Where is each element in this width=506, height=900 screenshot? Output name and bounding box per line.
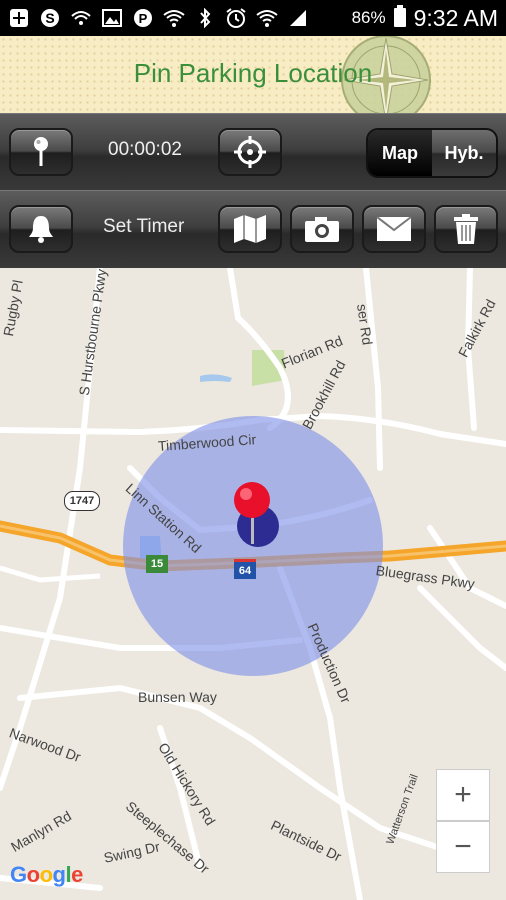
email-button[interactable] [362, 205, 426, 253]
hybrid-view-button[interactable]: Hyb. [432, 130, 496, 176]
plus-box-icon [8, 7, 30, 29]
crosshair-icon [234, 136, 266, 168]
map-label: Bunsen Way [138, 689, 217, 705]
pin-location-button[interactable] [9, 128, 73, 176]
route-1747-shield: 1747 [64, 491, 100, 511]
svg-text:P: P [139, 11, 148, 26]
cell-signal-icon [287, 7, 309, 29]
wifi-call-icon [70, 7, 92, 29]
directions-button[interactable] [218, 205, 282, 253]
zoom-in-button[interactable]: + [436, 769, 490, 821]
interstate-64-shield: 64 [234, 559, 256, 579]
locate-me-button[interactable] [218, 128, 282, 176]
bell-icon [29, 216, 53, 243]
app-header: Pin Parking Location [0, 36, 506, 113]
page-title: Pin Parking Location [133, 58, 373, 88]
bluetooth-icon [194, 7, 216, 29]
battery-icon [393, 4, 406, 32]
route-15-shield: 15 [146, 555, 168, 573]
status-bar: S P 86% 9:32 AM [0, 0, 506, 36]
zoom-out-button[interactable]: − [436, 821, 490, 873]
battery-percent: 86% [351, 8, 386, 27]
trash-icon [454, 214, 478, 244]
set-timer-label[interactable]: Set Timer [103, 216, 184, 238]
image-icon [101, 7, 123, 29]
wifi-icon [163, 7, 185, 29]
skype-icon: S [39, 7, 61, 29]
envelope-icon [376, 216, 412, 241]
map-type-toggle: Map Hyb. [366, 128, 498, 178]
google-attribution: Google [10, 862, 83, 887]
toolbar-secondary: Set Timer [0, 190, 506, 270]
map-view[interactable]: 1747 15 64 Rugby Pl S Hurstbourne Pkwy F… [0, 268, 506, 900]
alarm-icon [225, 7, 247, 29]
wifi-signal-icon [256, 7, 278, 29]
pin-icon [34, 137, 48, 166]
camera-icon [305, 217, 339, 242]
toolbar-primary: 00:00:02 Map Hyb. [0, 113, 506, 193]
map-icon [234, 215, 266, 243]
map-view-button[interactable]: Map [368, 130, 432, 176]
elapsed-timer: 00:00:02 [108, 139, 182, 160]
alarm-button[interactable] [9, 205, 73, 253]
svg-text:S: S [45, 10, 54, 26]
clock: 9:32 AM [413, 4, 498, 31]
pinterest-icon: P [132, 7, 154, 29]
camera-button[interactable] [290, 205, 354, 253]
delete-button[interactable] [434, 205, 498, 253]
